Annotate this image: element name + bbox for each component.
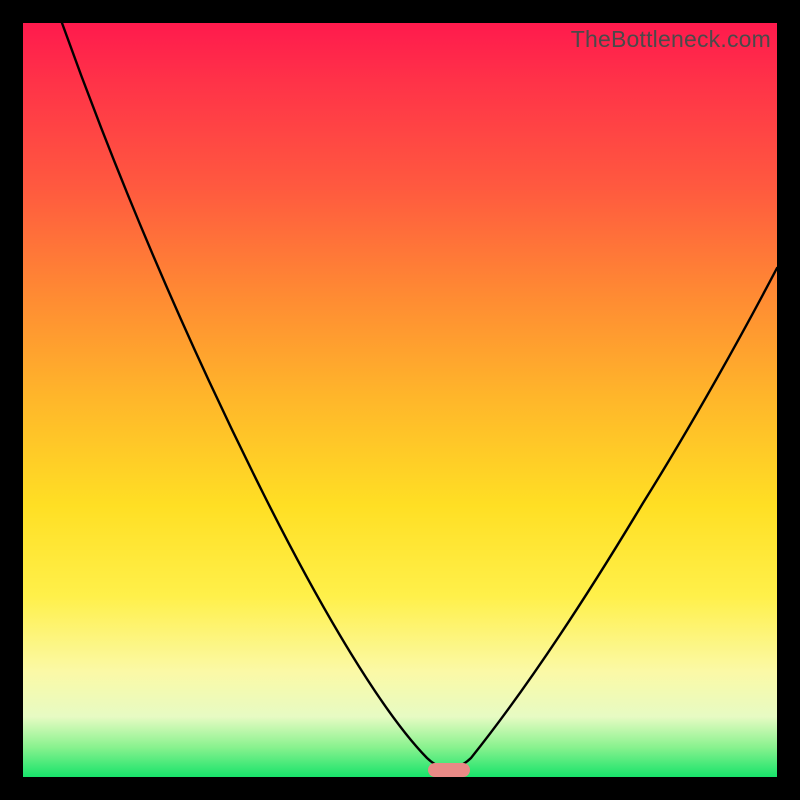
bottleneck-curve-path bbox=[62, 23, 777, 769]
optimal-marker bbox=[428, 763, 470, 777]
chart-frame: TheBottleneck.com bbox=[23, 23, 777, 777]
bottleneck-curve bbox=[23, 23, 777, 777]
